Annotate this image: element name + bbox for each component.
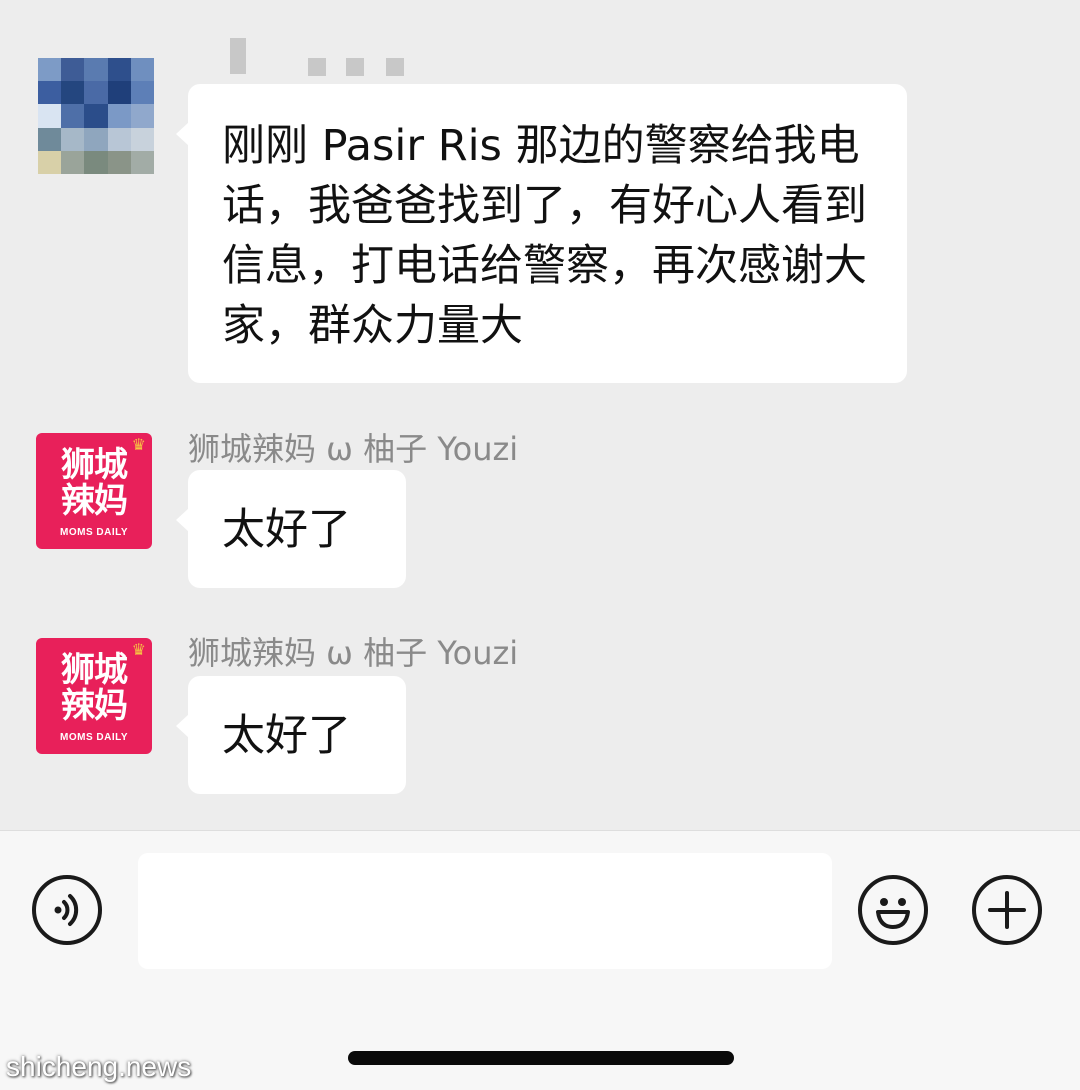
avatar-brand[interactable]: ♛ 狮城 辣妈 MOMS DAILY bbox=[36, 433, 152, 549]
brand-logo-sub: MOMS DAILY bbox=[60, 527, 128, 538]
crown-icon: ♛ bbox=[131, 640, 146, 659]
message-bubble[interactable]: 太好了 bbox=[176, 676, 406, 794]
sender-name: 狮城辣妈 ω 柚子 Youzi bbox=[188, 430, 519, 468]
message-bubble[interactable]: 刚刚 Pasir Ris 那边的警察给我电话，我爸爸找到了，有好心人看到信息，打… bbox=[176, 84, 907, 383]
message-input[interactable] bbox=[138, 853, 832, 969]
chat-area: 刚刚 Pasir Ris 那边的警察给我电话，我爸爸找到了，有好心人看到信息，打… bbox=[0, 0, 1080, 830]
brand-logo-line2: 辣妈 bbox=[61, 686, 128, 726]
sender-name-blurred bbox=[230, 38, 410, 78]
sender-name: 狮城辣妈 ω 柚子 Youzi bbox=[188, 634, 519, 672]
brand-logo-sub: MOMS DAILY bbox=[60, 732, 128, 743]
avatar-brand[interactable]: ♛ 狮城 辣妈 MOMS DAILY bbox=[36, 638, 152, 754]
add-button[interactable] bbox=[972, 875, 1042, 945]
message-text: 太好了 bbox=[222, 505, 351, 555]
message-text: 刚刚 Pasir Ris 那边的警察给我电话，我爸爸找到了，有好心人看到信息，打… bbox=[222, 121, 867, 351]
avatar-pixelated[interactable] bbox=[38, 58, 154, 174]
voice-button[interactable] bbox=[32, 875, 102, 945]
voice-icon bbox=[54, 894, 79, 926]
plus-icon bbox=[988, 891, 1026, 929]
brand-logo-line2: 辣妈 bbox=[61, 481, 128, 521]
emoji-icon bbox=[876, 898, 910, 929]
message-text: 太好了 bbox=[222, 711, 351, 761]
home-indicator[interactable] bbox=[348, 1051, 734, 1065]
crown-icon: ♛ bbox=[131, 435, 146, 454]
emoji-button[interactable] bbox=[858, 875, 928, 945]
message-bubble[interactable]: 太好了 bbox=[176, 470, 406, 588]
watermark: shicheng.news bbox=[6, 1051, 192, 1082]
